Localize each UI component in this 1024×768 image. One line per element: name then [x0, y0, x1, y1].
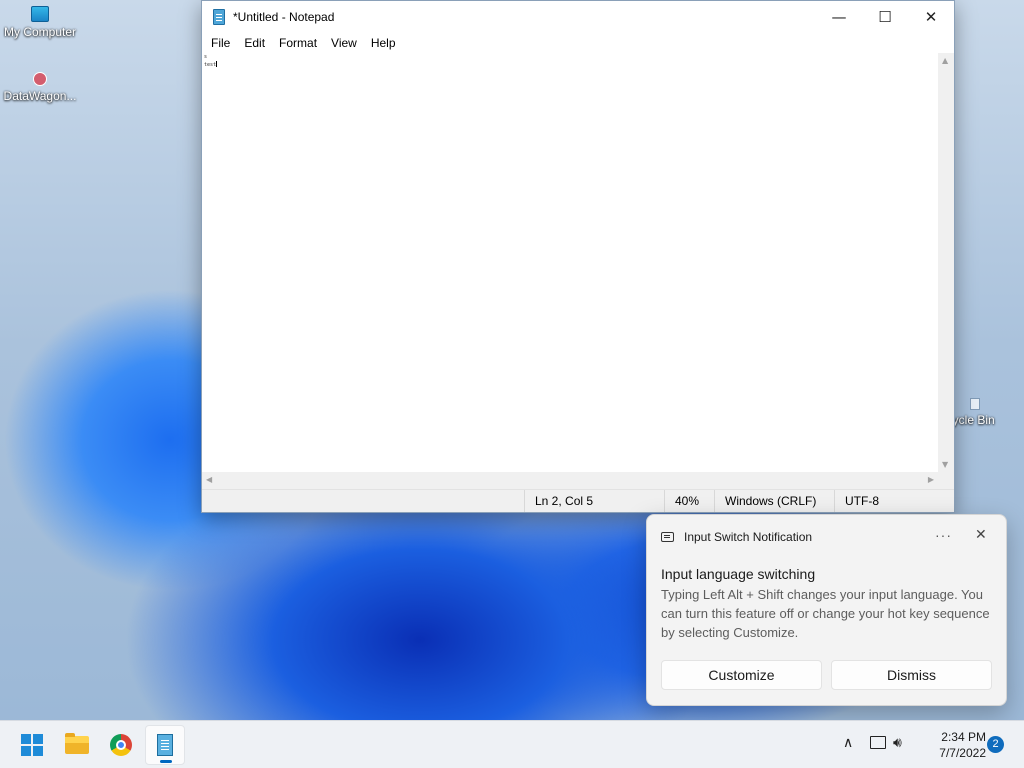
vertical-scrollbar[interactable]: ▲ ▼	[938, 53, 954, 472]
editor-line: test	[204, 62, 217, 68]
scroll-right-arrow-icon[interactable]: ▶	[928, 475, 934, 484]
status-encoding: UTF-8	[834, 490, 954, 512]
desktop-icon-label: DataWagon...	[3, 89, 77, 103]
datawagon-shortcut-icon	[33, 72, 47, 86]
status-position: Ln 2, Col 5	[524, 490, 664, 512]
notification-count-badge[interactable]: 2	[987, 736, 1004, 753]
folder-icon	[65, 733, 89, 754]
status-line-ending: Windows (CRLF)	[714, 490, 834, 512]
menu-format[interactable]: Format	[272, 33, 324, 53]
status-zoom: 40%	[664, 490, 714, 512]
taskbar: ∧ 🔊︎ 2:34 PM 7/7/2022 2	[0, 720, 1024, 768]
toast-app-name: Input Switch Notification	[684, 530, 813, 544]
customize-button[interactable]: Customize	[661, 660, 822, 690]
text-caret	[216, 61, 218, 67]
scroll-down-arrow-icon[interactable]: ▼	[942, 460, 948, 469]
menu-help[interactable]: Help	[364, 33, 403, 53]
network-icon[interactable]	[870, 736, 886, 749]
menu-view[interactable]: View	[324, 33, 364, 53]
status-spacer	[202, 490, 524, 512]
toast-body: Typing Left Alt + Shift changes your inp…	[661, 587, 990, 640]
horizontal-scrollbar[interactable]: ◀ ▶	[202, 472, 938, 489]
scrollbar-corner	[938, 472, 954, 489]
taskbar-file-explorer[interactable]	[57, 725, 97, 765]
taskbar-notepad[interactable]	[145, 725, 185, 765]
toast-header: Input Switch Notification	[661, 530, 812, 544]
start-button[interactable]	[12, 725, 52, 765]
close-button[interactable]: ✕	[908, 1, 954, 33]
speaker-icon[interactable]: 🔊︎	[893, 735, 902, 751]
recycle-bin-icon	[970, 398, 980, 410]
toast-close-icon[interactable]: ✕	[975, 527, 987, 543]
toast-title: Input language switching	[661, 566, 816, 582]
status-bar: Ln 2, Col 5 40% Windows (CRLF) UTF-8	[202, 489, 954, 512]
windows-logo-icon	[21, 734, 43, 756]
title-bar[interactable]: *Untitled - Notepad — ☐ ✕	[202, 1, 954, 33]
window-title: *Untitled - Notepad	[233, 10, 335, 24]
scroll-left-arrow-icon[interactable]: ◀	[206, 475, 212, 484]
show-hidden-icons-chevron-icon[interactable]: ∧	[843, 735, 853, 751]
editor-line: s	[204, 54, 208, 60]
menu-file[interactable]: File	[204, 33, 237, 53]
notepad-icon	[157, 734, 173, 756]
menu-edit[interactable]: Edit	[237, 33, 272, 53]
more-options-icon[interactable]: ···	[935, 527, 952, 543]
desktop-icon-label: My Computer	[3, 25, 77, 39]
clock[interactable]: 2:34 PM 7/7/2022	[918, 729, 986, 761]
chrome-icon	[110, 734, 132, 756]
taskbar-chrome[interactable]	[101, 725, 141, 765]
editor-content: s test	[204, 54, 218, 69]
clock-date: 7/7/2022	[939, 746, 986, 760]
notepad-icon	[213, 9, 225, 25]
notification-toast[interactable]: Input Switch Notification ··· ✕ Input la…	[646, 514, 1007, 706]
dismiss-button[interactable]: Dismiss	[831, 660, 992, 690]
minimize-button[interactable]: —	[816, 1, 862, 33]
keyboard-icon	[661, 532, 674, 542]
desktop-icon-my-computer[interactable]: My Computer	[0, 6, 80, 39]
scroll-up-arrow-icon[interactable]: ▲	[942, 56, 948, 65]
computer-icon	[31, 6, 49, 22]
menu-bar: File Edit Format View Help	[202, 33, 954, 53]
desktop-icon-datawagon[interactable]: DataWagon...	[0, 72, 80, 103]
maximize-button[interactable]: ☐	[862, 1, 908, 33]
clock-time: 2:34 PM	[941, 730, 986, 744]
text-editor[interactable]: s test	[202, 53, 938, 472]
notepad-window[interactable]: *Untitled - Notepad — ☐ ✕ File Edit Form…	[201, 0, 955, 513]
